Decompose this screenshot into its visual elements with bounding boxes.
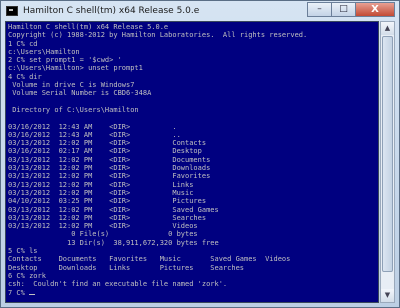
console-line: Copyright (c) 1988-2012 by Hamilton Labo… (8, 31, 307, 39)
window-title: Hamilton C shell(tm) x64 Release 5.0.e (23, 6, 200, 16)
console-line: 03/13/2012 12:02 PM <DIR> Favorites (8, 172, 307, 180)
console-line-text: 03/13/2012 12:02 PM <DIR> Music (8, 188, 194, 197)
console-line-text: 13 Dir(s) 38,911,672,320 bytes free (8, 238, 219, 247)
console-line: c:\Users\Hamilton (8, 48, 307, 56)
console-line: 03/13/2012 12:02 PM <DIR> Videos (8, 222, 307, 230)
console-line-text: Hamilton C shell(tm) x64 Release 5.0.e (8, 23, 169, 31)
console-line-text: csh: Couldn't find an executable file na… (8, 280, 228, 289)
minimize-button[interactable]: – (307, 2, 331, 17)
console-line: 03/13/2012 12:02 PM <DIR> Searches (8, 214, 307, 222)
console-line: 4 C% dir (8, 73, 307, 81)
console-line: 03/13/2012 12:02 PM <DIR> Documents (8, 156, 307, 164)
console-line-text: 5 C% ls (8, 247, 38, 256)
console-line-text: 7 C% (8, 288, 30, 297)
console-line: c:\Users\Hamilton> unset prompt1 (8, 64, 307, 72)
console-line-text: 03/13/2012 12:02 PM <DIR> Videos (8, 222, 198, 231)
console-line: 03/16/2012 12:43 AM <DIR> .. (8, 131, 307, 139)
console-line-text: 03/13/2012 12:02 PM <DIR> Downloads (8, 164, 211, 173)
console-line: 03/13/2012 12:02 PM <DIR> Downloads (8, 164, 307, 172)
console-line: 6 C% zork (8, 272, 307, 280)
console-line: Hamilton C shell(tm) x64 Release 5.0.e (8, 23, 307, 31)
console-line: 7 C% (8, 289, 307, 297)
console-line-text: 03/13/2012 12:02 PM <DIR> Searches (8, 213, 207, 222)
window-controls: – □ X (307, 2, 395, 17)
console-line: 0 File(s) 0 bytes (8, 230, 307, 238)
console-line-text: Volume Serial Number is CBD6-348A (8, 89, 152, 98)
console-window-icon[interactable] (6, 6, 18, 16)
console-line: 03/16/2012 12:43 AM <DIR> . (8, 123, 307, 131)
console-line: csh: Couldn't find an executable file na… (8, 280, 307, 288)
scroll-thumb[interactable] (382, 36, 393, 272)
console-line: 13 Dir(s) 38,911,672,320 bytes free (8, 239, 307, 247)
vertical-scrollbar[interactable]: ▲ ▼ (380, 21, 395, 303)
scroll-down-arrow-icon[interactable]: ▼ (381, 289, 394, 302)
console-line-text: 03/13/2012 12:02 PM <DIR> Contacts (8, 139, 207, 148)
scroll-up-arrow-icon[interactable]: ▲ (381, 22, 394, 35)
console-line: 03/16/2012 02:17 AM <DIR> Desktop (8, 147, 307, 155)
close-button[interactable]: X (355, 2, 395, 17)
console-line: 03/13/2012 12:02 PM <DIR> Saved Games (8, 206, 307, 214)
console-line-text: Directory of C:\Users\Hamilton (8, 105, 139, 114)
console-line: 2 C% set prompt1 = '$cwd> ' (8, 56, 307, 64)
console-line-text: 03/16/2012 02:17 AM <DIR> Desktop (8, 147, 202, 156)
console-line-text: Desktop Downloads Links Pictures Searche… (8, 263, 245, 272)
console-line-text: Volume in drive C is Windows7 (8, 81, 135, 90)
console-line-text: 03/13/2012 12:02 PM <DIR> Favorites (8, 172, 211, 181)
console-line: 1 C% cd (8, 40, 307, 48)
console-line: Volume in drive C is Windows7 (8, 81, 307, 89)
console-line-text: c:\Users\Hamilton> unset prompt1 (8, 64, 143, 73)
console-line-text: 03/13/2012 12:02 PM <DIR> Links (8, 180, 194, 189)
console-line-text: 03/13/2012 12:02 PM <DIR> Documents (8, 155, 211, 164)
console-line-text: 1 C% cd (8, 39, 38, 48)
text-cursor (29, 293, 36, 295)
maximize-button[interactable]: □ (331, 2, 355, 17)
console-line: Contacts Documents Favorites Music Saved… (8, 255, 307, 263)
console-line-text: 4 C% dir (8, 72, 42, 81)
console-line-text: c:\Users\Hamilton (8, 47, 80, 56)
console-line: 03/13/2012 12:02 PM <DIR> Contacts (8, 139, 307, 147)
console-line: Volume Serial Number is CBD6-348A (8, 89, 307, 97)
console-line-text: 04/10/2012 03:25 PM <DIR> Pictures (8, 197, 207, 206)
console-line-text: 03/16/2012 12:43 AM <DIR> .. (8, 130, 181, 139)
console-line: 5 C% ls (8, 247, 307, 255)
title-bar[interactable]: Hamilton C shell(tm) x64 Release 5.0.e –… (1, 1, 399, 21)
console-line-text: 03/16/2012 12:43 AM <DIR> . (8, 122, 177, 131)
console-text: Hamilton C shell(tm) x64 Release 5.0.e Co… (8, 23, 307, 297)
console-window: Hamilton C shell(tm) x64 Release 5.0.e –… (0, 0, 400, 308)
console-line: 04/10/2012 03:25 PM <DIR> Pictures (8, 197, 307, 205)
console-line: 03/13/2012 12:02 PM <DIR> Links (8, 181, 307, 189)
console-line-text: 0 File(s) 0 bytes (8, 230, 198, 239)
console-line: Desktop Downloads Links Pictures Searche… (8, 264, 307, 272)
console-line-text: 03/13/2012 12:02 PM <DIR> Saved Games (8, 205, 219, 214)
console-line-text: 2 C% set prompt1 = '$cwd> ' (8, 56, 122, 65)
console-line: Directory of C:\Users\Hamilton (8, 106, 307, 114)
console-line: 03/13/2012 12:02 PM <DIR> Music (8, 189, 307, 197)
console-output-area[interactable]: Hamilton C shell(tm) x64 Release 5.0.e Co… (5, 21, 379, 303)
console-line-text: Contacts Documents Favorites Music Saved… (8, 255, 291, 264)
console-line-text: 6 C% zork (8, 271, 46, 280)
console-line-text: Copyright (c) 1988-2012 by Hamilton Labo… (8, 31, 308, 40)
